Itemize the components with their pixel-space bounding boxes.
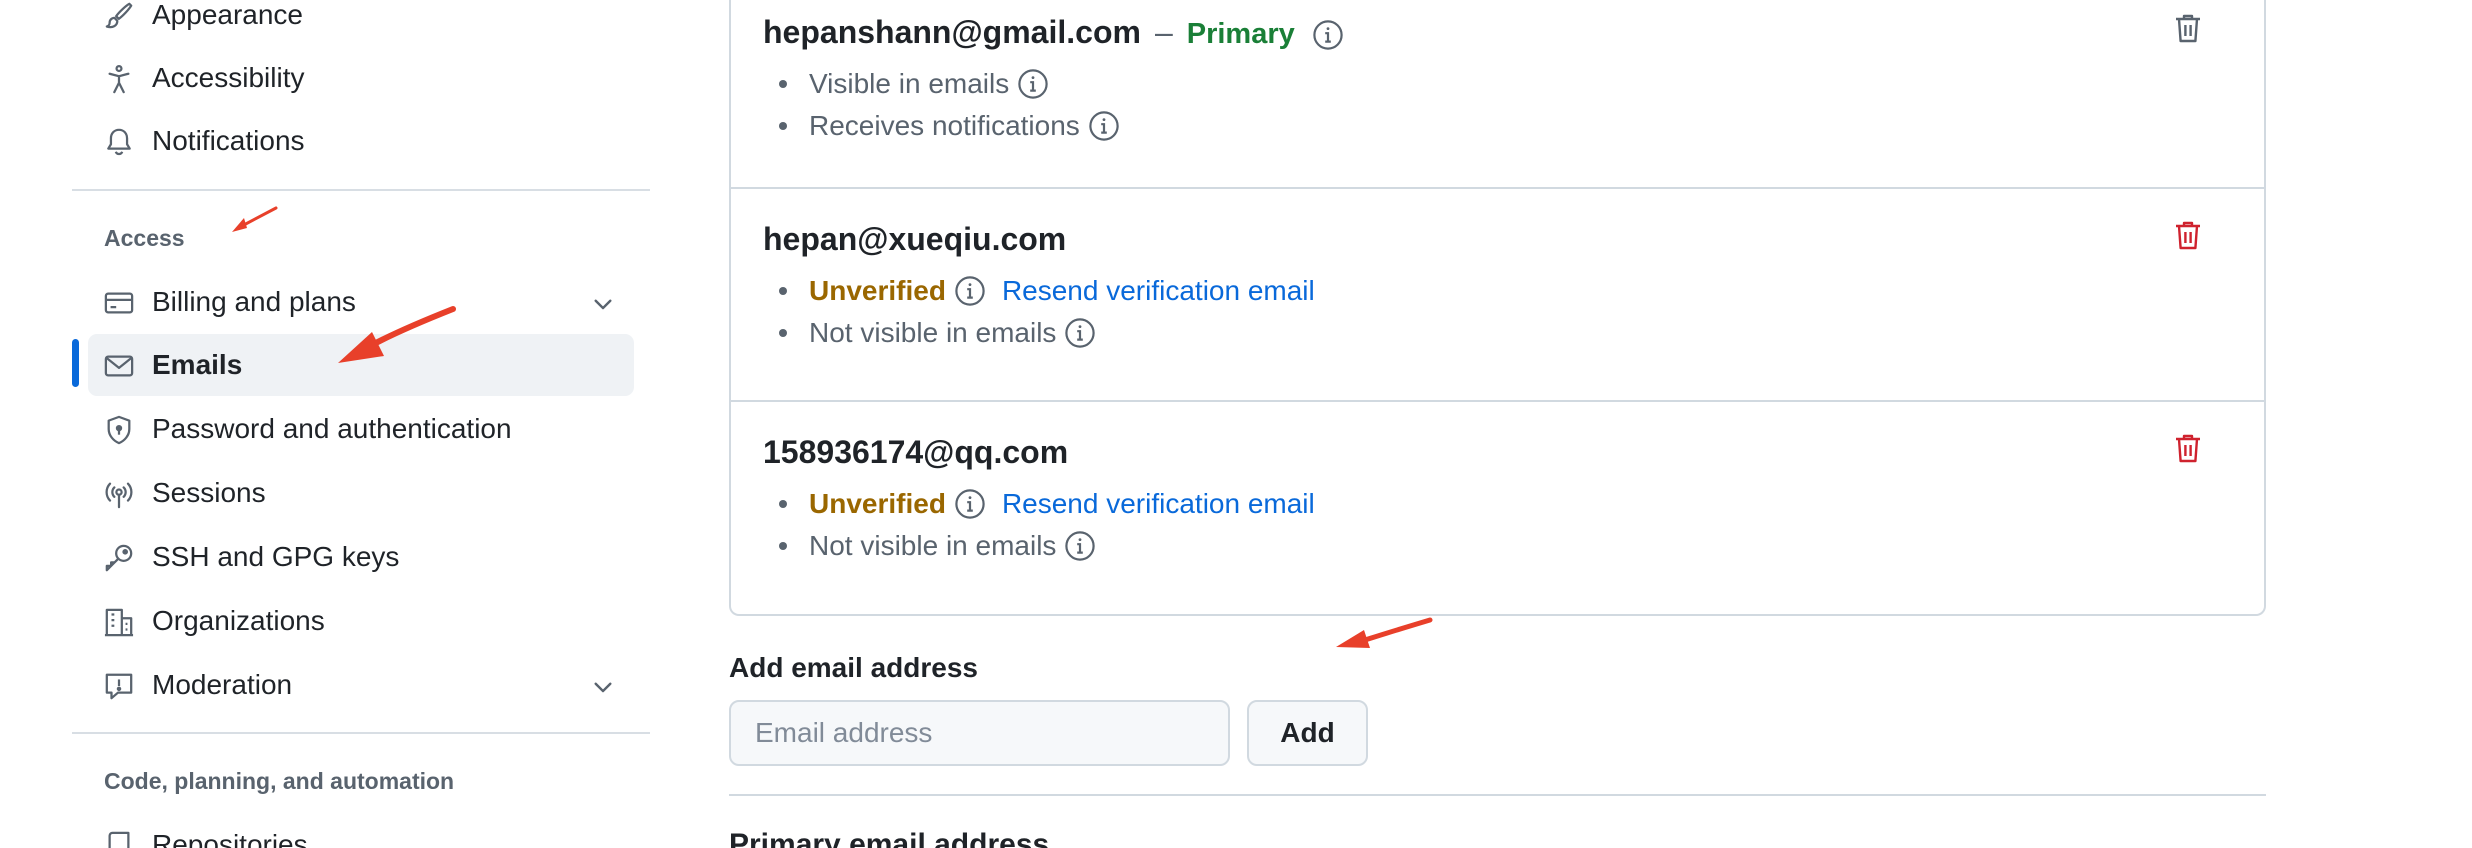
delete-email-button[interactable] (2172, 432, 2204, 464)
paintbrush-icon (104, 1, 134, 31)
organization-icon (104, 607, 134, 637)
settings-sidebar: Appearance Accessibility Notifications A… (72, 0, 650, 848)
sidebar-item-label: Appearance (152, 0, 304, 30)
broadcast-icon (104, 479, 134, 509)
delete-email-button[interactable] (2172, 219, 2204, 251)
email-notifications-line: Receives notifications (779, 110, 1120, 142)
mail-icon (104, 351, 134, 381)
email-visibility-line: Not visible in emails (779, 317, 1096, 349)
repo-icon (104, 831, 134, 848)
sidebar-section-heading-access: Access (104, 225, 185, 251)
delete-email-button[interactable] (2172, 12, 2204, 44)
unverified-label: Unverified (809, 275, 946, 306)
annotation-arrow-add-email (1336, 617, 1433, 648)
email-address-input[interactable] (729, 700, 1230, 766)
sidebar-item-label: Repositories (152, 829, 308, 848)
email-list: hepanshann@gmail.com – Primary Visible in … (729, 0, 2266, 616)
info-icon[interactable] (954, 488, 986, 520)
sidebar-divider (72, 189, 650, 191)
sidebar-item-label: Moderation (152, 669, 293, 700)
sidebar-item-password-authentication[interactable]: Password and authentication (88, 398, 634, 460)
sidebar-item-ssh-gpg-keys[interactable]: SSH and GPG keys (88, 526, 634, 588)
unverified-label: Unverified (809, 488, 946, 519)
email-address: hepanshann@gmail.com – Primary (763, 14, 1344, 51)
email-status-line: Unverified Resend verification email (779, 275, 1315, 307)
sidebar-item-notifications[interactable]: Notifications (88, 110, 634, 172)
add-email-button[interactable]: Add (1247, 700, 1368, 766)
primary-email-heading: Primary email address (729, 828, 1050, 848)
shield-lock-icon (104, 415, 134, 445)
info-icon[interactable] (1064, 530, 1096, 562)
trash-icon (2176, 14, 2200, 43)
sidebar-item-label: Accessibility (152, 62, 305, 93)
sidebar-item-repositories[interactable]: Repositories (88, 814, 634, 848)
add-email-label: Add email address (729, 652, 978, 683)
sidebar-item-accessibility[interactable]: Accessibility (88, 47, 634, 109)
email-visibility-line: Not visible in emails (779, 530, 1096, 562)
email-row: hepan@xueqiu.com Unverified Resend verif… (731, 189, 2264, 401)
sidebar-item-moderation[interactable]: Moderation (88, 654, 634, 716)
email-row: 158936174@qq.com Unverified Resend verif… (731, 402, 2264, 614)
sidebar-item-label: Password and authentication (152, 413, 512, 444)
email-visibility-line: Visible in emails (779, 68, 1049, 100)
key-icon (104, 543, 134, 573)
info-icon[interactable] (954, 275, 986, 307)
sidebar-divider (72, 732, 650, 734)
info-icon[interactable] (1088, 110, 1120, 142)
report-icon (104, 671, 134, 701)
sidebar-item-sessions[interactable]: Sessions (88, 462, 634, 524)
chevron-down-icon[interactable] (590, 291, 616, 317)
email-address: hepan@xueqiu.com (763, 221, 1067, 257)
info-icon[interactable] (1312, 19, 1344, 51)
resend-verification-link[interactable]: Resend verification email (1002, 488, 1315, 520)
credit-card-icon (104, 288, 134, 318)
bell-icon (104, 127, 134, 157)
email-status-line: Unverified Resend verification email (779, 488, 1315, 520)
info-icon[interactable] (1064, 317, 1096, 349)
separator: – (1154, 14, 1173, 50)
info-icon[interactable] (1017, 68, 1049, 100)
resend-verification-link[interactable]: Resend verification email (1002, 275, 1315, 307)
trash-icon (2176, 434, 2200, 463)
sidebar-section-heading-code: Code, planning, and automation (104, 768, 455, 794)
email-row: hepanshann@gmail.com – Primary Visible in … (731, 0, 2264, 188)
sidebar-item-label: Sessions (152, 477, 266, 508)
email-address: 158936174@qq.com (763, 434, 1069, 470)
sidebar-item-appearance[interactable]: Appearance (88, 0, 634, 46)
section-divider (729, 794, 2266, 796)
sidebar-item-label: Organizations (152, 605, 325, 636)
primary-badge: Primary (1186, 18, 1295, 50)
active-indicator (72, 339, 79, 387)
sidebar-item-label: SSH and GPG keys (152, 541, 400, 572)
sidebar-item-billing[interactable]: Billing and plans (88, 271, 634, 333)
sidebar-item-organizations[interactable]: Organizations (88, 590, 634, 652)
chevron-down-icon[interactable] (590, 674, 616, 700)
accessibility-icon (104, 64, 134, 94)
sidebar-item-emails[interactable]: Emails (88, 334, 634, 396)
trash-icon (2176, 221, 2200, 250)
sidebar-item-label: Billing and plans (152, 286, 356, 317)
sidebar-item-label: Emails (152, 349, 243, 380)
sidebar-item-label: Notifications (152, 125, 305, 156)
